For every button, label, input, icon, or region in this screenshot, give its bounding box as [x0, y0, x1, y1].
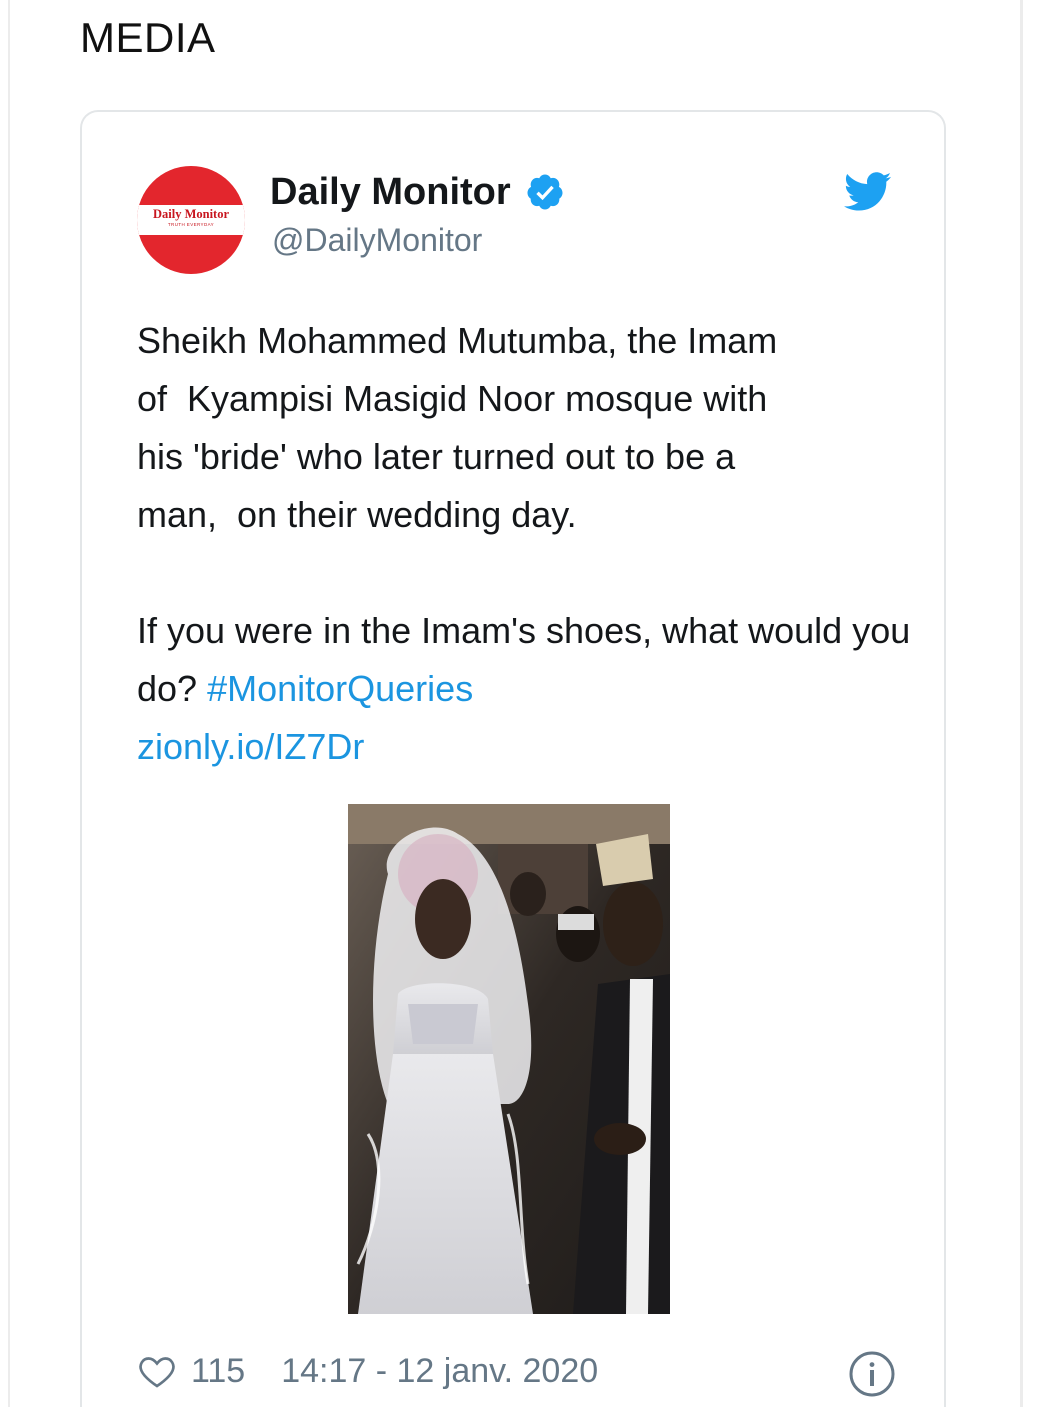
avatar-logo-text: Daily Monitor: [152, 207, 230, 221]
short-url-link[interactable]: zionly.io/IZ7Dr: [137, 726, 364, 767]
verified-badge-icon: [527, 174, 563, 210]
hashtag-link[interactable]: #MonitorQueries: [207, 668, 473, 709]
section-title: MEDIA: [80, 14, 216, 61]
like-count[interactable]: 115: [191, 1352, 245, 1391]
author-name-row[interactable]: Daily Monitor: [270, 168, 565, 216]
page: MEDIA Daily Monitor TRUTH EVERYDAY Daily…: [0, 0, 1041, 1407]
author-display-name[interactable]: Daily Monitor: [270, 171, 511, 214]
avatar-logo-tagline: TRUTH EVERYDAY: [167, 222, 215, 227]
tweet-text-paragraph-1: Sheikh Mohammed Mutumba, the Imam of Kya…: [137, 320, 778, 535]
tweet-footer: 115 14:17 - 12 janv. 2020: [137, 1344, 897, 1398]
tweet-photo[interactable]: [348, 804, 670, 1314]
left-divider: [8, 0, 10, 1407]
tweet-timestamp[interactable]: 14:17 - 12 janv. 2020: [281, 1352, 598, 1391]
author-handle[interactable]: @DailyMonitor: [272, 222, 482, 259]
info-icon[interactable]: [848, 1350, 896, 1398]
twitter-bird-icon[interactable]: [844, 172, 892, 212]
avatar[interactable]: Daily Monitor TRUTH EVERYDAY: [137, 166, 245, 274]
right-divider: [1020, 0, 1023, 1407]
embedded-tweet-card[interactable]: Daily Monitor TRUTH EVERYDAY Daily Monit…: [80, 110, 946, 1407]
tweet-text-paragraph-2: If you were in the Imam's shoes, what wo…: [137, 602, 927, 776]
heart-icon[interactable]: [137, 1351, 177, 1391]
